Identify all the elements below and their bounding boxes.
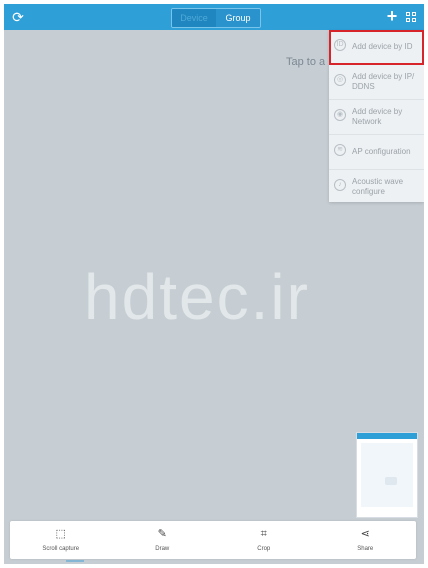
scroll-capture-button[interactable]: ⬚ Scroll capture — [10, 521, 112, 559]
tap-hint-text: Tap to a — [286, 56, 326, 68]
plus-icon[interactable]: + — [384, 7, 400, 25]
menu-item-add-by-ip[interactable]: ◎ Add device by IP/ DDNS — [329, 65, 424, 100]
menu-item-label: Add device by ID — [352, 42, 413, 51]
draw-icon: ✎ — [157, 528, 167, 540]
tool-label: Scroll capture — [42, 546, 80, 552]
ap-icon: ≋ — [334, 144, 346, 156]
menu-item-label: Add device by Network — [352, 107, 403, 126]
ip-icon: ◎ — [334, 74, 346, 86]
menu-item-add-by-id[interactable]: ID Add device by ID — [329, 30, 424, 65]
app-window: ⟳ Device Group + Tap to a hdtec.ir ID Ad… — [4, 4, 424, 564]
id-icon: ID — [334, 39, 346, 51]
device-group-switch: Device Group — [171, 8, 261, 28]
share-button[interactable]: ⋖ Share — [315, 521, 417, 559]
tool-label: Crop — [257, 546, 271, 552]
share-icon: ⋖ — [360, 528, 370, 540]
refresh-icon[interactable]: ⟳ — [10, 9, 26, 25]
network-icon: ◉ — [334, 109, 346, 121]
scroll-capture-icon: ⬚ — [55, 528, 66, 540]
preview-body — [361, 443, 413, 507]
preview-content — [385, 477, 397, 485]
watermark: hdtec.ir — [84, 261, 310, 333]
crop-icon: ⌗ — [260, 528, 267, 540]
screenshot-preview[interactable] — [356, 432, 418, 518]
grid-icon[interactable] — [406, 12, 416, 22]
add-device-menu: ID Add device by ID ◎ Add device by IP/ … — [329, 30, 424, 202]
preview-header — [357, 433, 417, 439]
tab-group[interactable]: Group — [216, 9, 260, 27]
menu-item-add-by-network[interactable]: ◉ Add device by Network — [329, 100, 424, 135]
tool-label: Draw — [155, 546, 170, 552]
crop-button[interactable]: ⌗ Crop — [213, 521, 315, 559]
draw-button[interactable]: ✎ Draw — [112, 521, 214, 559]
acoustic-wave-icon: ♪ — [334, 179, 346, 191]
tool-label: Share — [357, 546, 374, 552]
nav-indicator — [66, 560, 84, 562]
menu-item-acoustic-wave[interactable]: ♪ Acoustic wave configure — [329, 170, 424, 204]
menu-item-label: Add device by IP/ DDNS — [352, 72, 415, 91]
screenshot-toolbar: ⬚ Scroll capture ✎ Draw ⌗ Crop ⋖ Share — [10, 521, 416, 559]
menu-item-ap-configuration[interactable]: ≋ AP configuration — [329, 135, 424, 170]
top-bar: ⟳ Device Group + — [4, 4, 424, 30]
tab-device[interactable]: Device — [172, 9, 216, 27]
menu-item-label: AP configuration — [352, 147, 411, 156]
menu-item-label: Acoustic wave configure — [352, 177, 404, 196]
